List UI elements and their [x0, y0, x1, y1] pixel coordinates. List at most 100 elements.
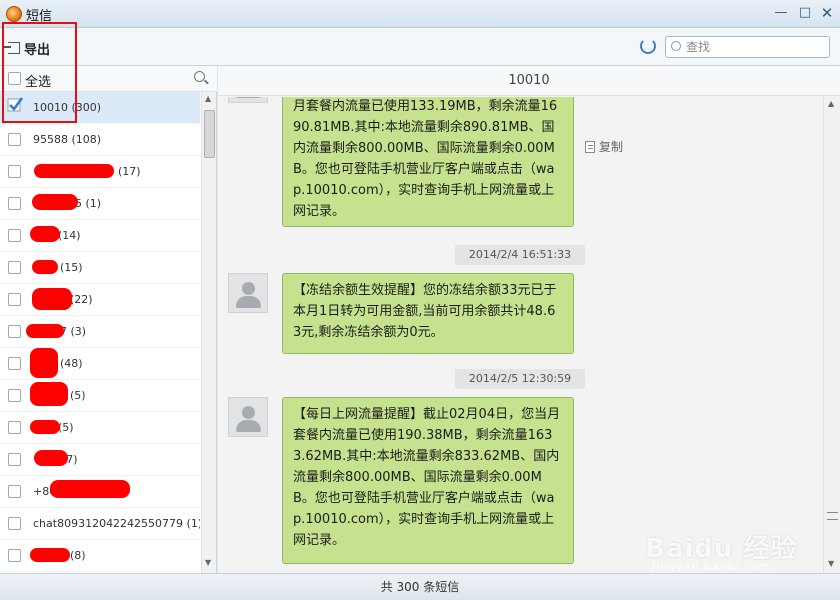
- contact-item[interactable]: (8): [0, 540, 200, 572]
- redaction-mark: [26, 324, 64, 338]
- conversation-panel: 10010 月套餐内流量已使用133.19MB，剩余流量1690.81MB.其中…: [218, 66, 840, 573]
- status-bar: 共 300 条短信: [0, 573, 840, 600]
- contact-item[interactable]: 95588 (108): [0, 124, 200, 156]
- scroll-down-arrow-icon[interactable]: ▼: [828, 559, 834, 568]
- watermark-url: jingyan.baidu.com: [652, 560, 771, 573]
- contact-item[interactable]: 10010 (300): [0, 92, 200, 124]
- close-button[interactable]: ✕: [818, 4, 836, 22]
- redaction-mark: [30, 382, 68, 406]
- contact-list-scrollbar[interactable]: ▲ ▼: [201, 92, 216, 573]
- redaction-mark: [32, 260, 58, 274]
- contact-checkbox[interactable]: [8, 229, 21, 242]
- message-timestamp: 2014/2/5 12:30:59: [455, 369, 585, 389]
- export-button[interactable]: 导出: [4, 38, 51, 58]
- export-icon: [4, 42, 20, 54]
- avatar-body-icon: [236, 420, 261, 432]
- contact-checkbox[interactable]: [8, 293, 21, 306]
- contact-item[interactable]: (15): [0, 252, 200, 284]
- contact-checkbox[interactable]: [8, 549, 21, 562]
- redaction-mark: [30, 420, 60, 434]
- contact-checkbox[interactable]: [8, 133, 21, 146]
- contact-name: 5 (1): [75, 197, 102, 210]
- message-bubble[interactable]: 【冻结余额生效提醒】您的冻结余额33元已于本月1日转为可用金额,当前可用余额共计…: [282, 273, 574, 354]
- contact-item[interactable]: (5): [0, 380, 200, 412]
- contact-name: (5): [70, 389, 86, 402]
- scrollbar-thumb[interactable]: [827, 512, 838, 520]
- message-timestamp: 2014/2/4 16:51:33: [455, 245, 585, 265]
- search-input[interactable]: [686, 39, 826, 55]
- contact-item[interactable]: chat809312042242550779 (1): [0, 508, 200, 540]
- contact-checkbox[interactable]: [8, 197, 21, 210]
- copy-icon: [585, 140, 595, 153]
- minimize-button[interactable]: —: [772, 4, 790, 22]
- redaction-mark: [32, 194, 78, 210]
- select-all-checkbox[interactable]: [8, 72, 21, 85]
- message-scrollbar[interactable]: ▲ ▼: [823, 97, 840, 573]
- redaction-mark: [50, 480, 130, 498]
- title-bar: 短信 — □ ✕: [0, 0, 840, 28]
- avatar-head-icon: [242, 406, 255, 419]
- contact-name: (48): [60, 357, 83, 370]
- conversation-title: 10010: [218, 66, 840, 96]
- sender-avatar: [228, 97, 268, 103]
- sender-avatar: [228, 397, 268, 437]
- contact-name: (5): [58, 421, 74, 434]
- scroll-down-arrow-icon[interactable]: ▼: [205, 558, 211, 567]
- avatar-body-icon: [236, 97, 261, 98]
- contact-item[interactable]: 5 (1): [0, 188, 200, 220]
- contact-item[interactable]: (5): [0, 412, 200, 444]
- contact-name: 95588 (108): [33, 133, 102, 146]
- contact-checkbox[interactable]: [8, 421, 21, 434]
- contact-item[interactable]: (17): [0, 156, 200, 188]
- select-all-label: 全选: [25, 75, 52, 90]
- contact-checkbox[interactable]: [8, 325, 21, 338]
- redaction-mark: [30, 348, 58, 378]
- checked-checkbox-icon[interactable]: [6, 96, 23, 113]
- message-list: 月套餐内流量已使用133.19MB，剩余流量1690.81MB.其中:本地流量剩…: [218, 97, 822, 573]
- contact-item[interactable]: +86 (25): [0, 476, 200, 508]
- contact-item[interactable]: 7 (3): [0, 316, 200, 348]
- search-box[interactable]: [665, 36, 830, 58]
- copy-button[interactable]: 复制: [585, 138, 623, 155]
- contact-checkbox[interactable]: [8, 453, 21, 466]
- scroll-up-arrow-icon[interactable]: ▲: [828, 99, 834, 108]
- contact-name: (15): [60, 261, 83, 274]
- contact-panel: 全选 10010 (300) 95588 (108) (17) 5 (1) (1…: [0, 66, 217, 573]
- contact-name: (8): [70, 549, 86, 562]
- redaction-mark: [30, 226, 60, 242]
- contact-name: (14): [58, 229, 81, 242]
- scroll-up-arrow-icon[interactable]: ▲: [205, 94, 211, 103]
- export-label: 导出: [24, 42, 51, 58]
- contact-checkbox[interactable]: [8, 357, 21, 370]
- avatar-head-icon: [242, 282, 255, 295]
- toolbar: 导出: [0, 28, 840, 66]
- copy-label: 复制: [599, 140, 624, 154]
- contact-checkbox[interactable]: [8, 261, 21, 274]
- redaction-mark: [34, 164, 114, 178]
- avatar-body-icon: [236, 296, 261, 308]
- app-logo-icon: [6, 6, 22, 22]
- maximize-button[interactable]: □: [796, 4, 814, 22]
- select-all-row[interactable]: 全选: [0, 66, 217, 92]
- contact-checkbox[interactable]: [8, 485, 21, 498]
- contact-checkbox[interactable]: [8, 389, 21, 402]
- list-search-icon[interactable]: [194, 71, 205, 82]
- contact-item[interactable]: (22): [0, 284, 200, 316]
- search-icon: [671, 41, 681, 51]
- redaction-mark: [34, 450, 68, 466]
- sender-avatar: [228, 273, 268, 313]
- contact-list: 10010 (300) 95588 (108) (17) 5 (1) (14) …: [0, 92, 200, 573]
- contact-name: (17): [118, 165, 141, 178]
- contact-name: 10010 (300): [33, 101, 102, 114]
- contact-item[interactable]: (7): [0, 444, 200, 476]
- scrollbar-thumb[interactable]: [204, 110, 215, 158]
- contact-name: (22): [70, 293, 93, 306]
- contact-name: chat809312042242550779 (1): [33, 517, 200, 530]
- contact-checkbox[interactable]: [8, 165, 21, 178]
- contact-item[interactable]: (14): [0, 220, 200, 252]
- message-bubble[interactable]: 【每日上网流量提醒】截止02月04日，您当月套餐内流量已使用190.38MB，剩…: [282, 397, 574, 564]
- refresh-icon[interactable]: [640, 38, 656, 54]
- message-bubble[interactable]: 月套餐内流量已使用133.19MB，剩余流量1690.81MB.其中:本地流量剩…: [282, 97, 574, 227]
- contact-item[interactable]: (48): [0, 348, 200, 380]
- contact-checkbox[interactable]: [8, 517, 21, 530]
